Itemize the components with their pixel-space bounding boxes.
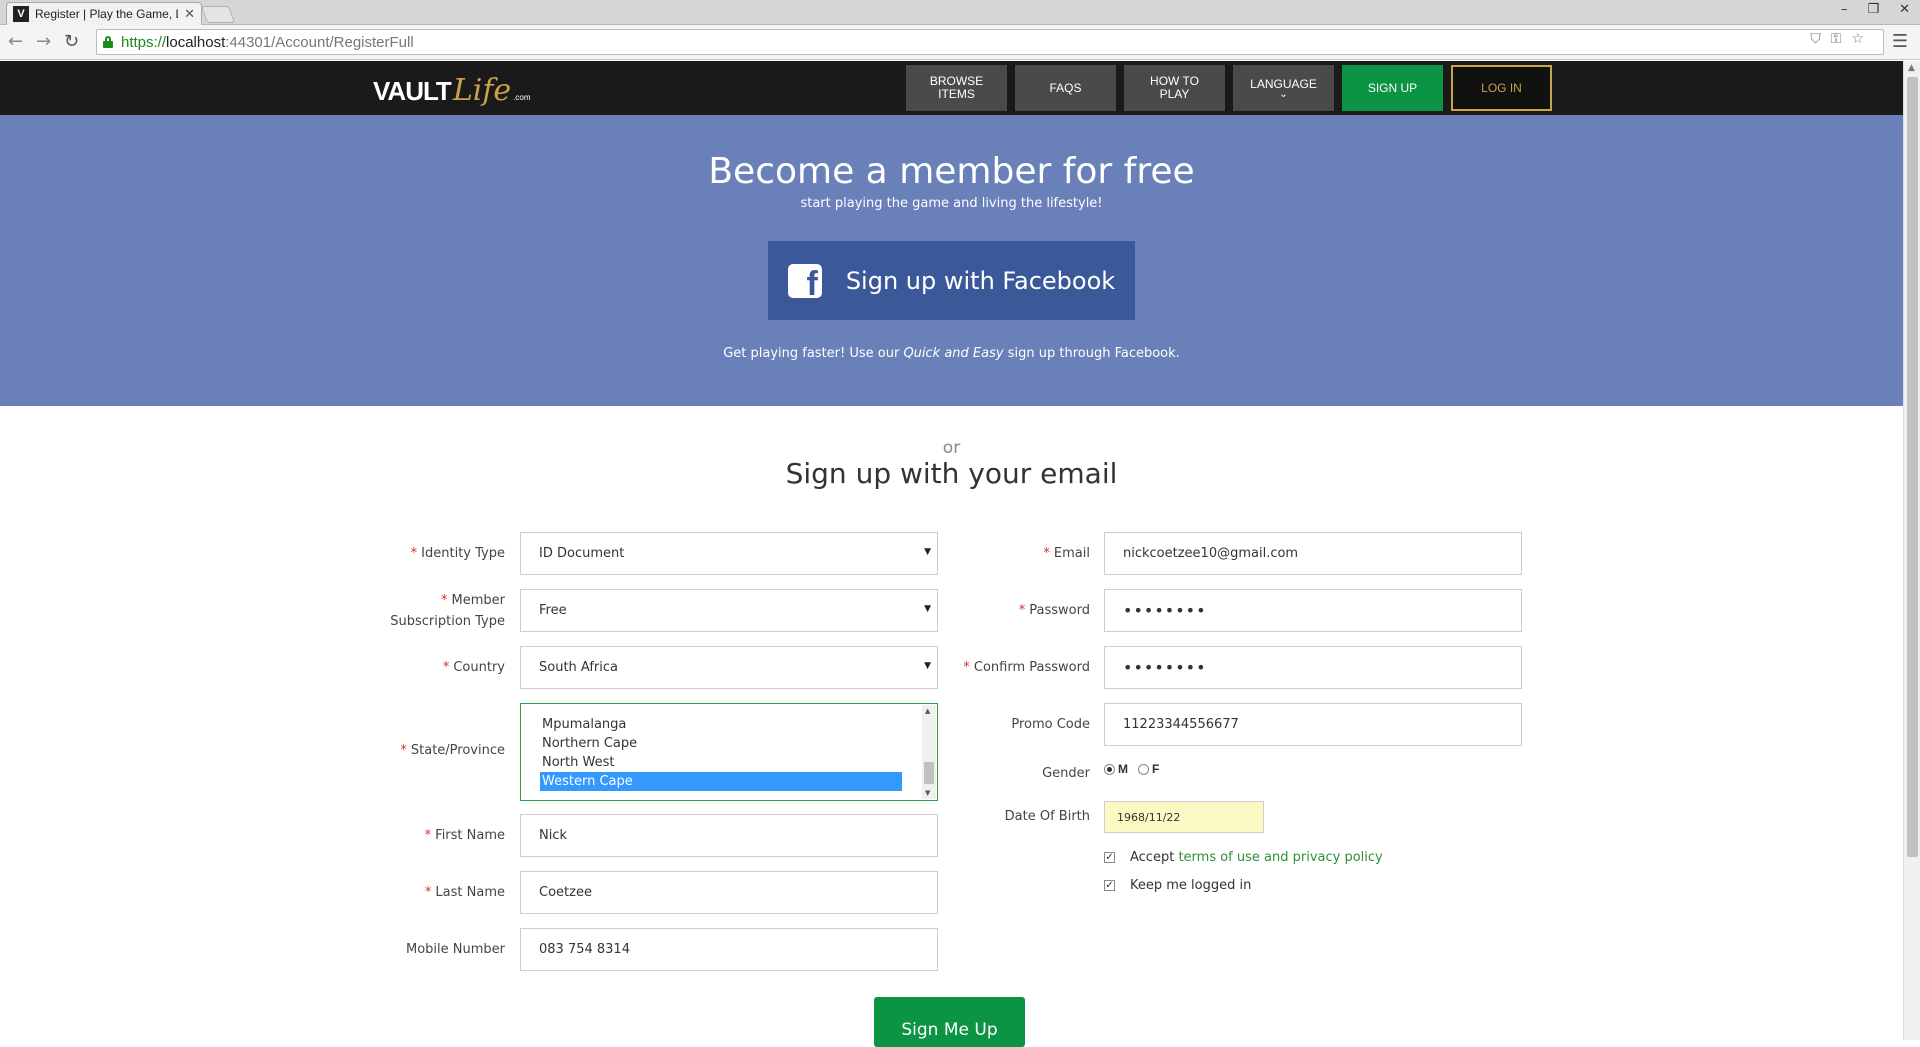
minimize-icon[interactable]: – (1841, 2, 1848, 17)
browser-toolbar: ← → ↻ https://localhost:44301/Account/Re… (0, 25, 1920, 60)
state-option[interactable]: Northern Cape (540, 734, 902, 753)
bookmark-star-icon[interactable]: ☆ (1851, 31, 1864, 47)
password-label: * Password (1018, 603, 1090, 618)
password-input[interactable]: •••••••• (1104, 589, 1522, 632)
identity-type-select[interactable]: ID Document ▼ (520, 532, 938, 575)
site-header: VAULT Life .com BROWSE ITEMS FAQS HOW TO… (0, 61, 1903, 115)
nav-faqs[interactable]: FAQS (1015, 65, 1116, 111)
subscription-type-select[interactable]: Free ▼ (520, 589, 938, 632)
state-option[interactable]: North West (540, 753, 902, 772)
gender-radio-group: M F (1104, 762, 1169, 776)
key-icon[interactable]: ⚿ (1831, 31, 1842, 47)
scroll-up-arrow-icon[interactable]: ▲ (1908, 63, 1915, 73)
state-option-selected[interactable]: Western Cape (540, 772, 902, 791)
keep-logged-in-checkbox[interactable]: ✓ (1104, 880, 1115, 891)
tab-title: Register | Play the Game, L (35, 7, 179, 21)
email-input[interactable]: nickcoetzee10@gmail.com (1104, 532, 1522, 575)
url-text: https://localhost:44301/Account/Register… (121, 33, 414, 51)
first-name-label: * First Name (424, 828, 505, 843)
browser-menu-icon[interactable]: ☰ (1892, 31, 1908, 52)
gender-label: Gender (1042, 766, 1090, 781)
accept-terms-row: ✓ Accept terms of use and privacy policy (1104, 850, 1383, 865)
vaultlife-logo[interactable]: VAULT Life .com (373, 73, 531, 108)
last-name-label: * Last Name (424, 885, 505, 900)
close-window-icon[interactable]: ✕ (1899, 2, 1910, 17)
confirm-password-input[interactable]: •••••••• (1104, 646, 1522, 689)
or-divider: or (942, 438, 961, 458)
state-label: * State/Province (400, 743, 505, 758)
scroll-down-arrow-icon[interactable]: ▼ (925, 789, 930, 797)
nav-language-dropdown[interactable]: LANGUAGE ⌄ (1233, 65, 1334, 111)
country-label: * Country (442, 660, 505, 675)
hero-title: Become a member for free (708, 151, 1195, 192)
dob-label: Date Of Birth (1004, 809, 1090, 824)
state-option[interactable]: Mpumalanga (540, 715, 902, 734)
nav-how-to-play[interactable]: HOW TO PLAY (1124, 65, 1225, 111)
restore-icon[interactable]: ❐ (1867, 2, 1879, 17)
accept-terms-checkbox[interactable]: ✓ (1104, 852, 1115, 863)
browser-tabstrip: V Register | Play the Game, L ✕ – ❐ ✕ (0, 0, 1920, 25)
promo-code-input[interactable]: 11223344556677 (1104, 703, 1522, 746)
forward-arrow-icon[interactable]: → (36, 31, 51, 52)
address-bar[interactable]: https://localhost:44301/Account/Register… (96, 29, 1884, 55)
browser-tab[interactable]: V Register | Play the Game, L ✕ (6, 2, 202, 25)
page-scrollbar[interactable]: ▲ (1903, 61, 1920, 1040)
subscription-type-label: * Member Subscription Type (390, 593, 505, 629)
terms-link[interactable]: terms of use and privacy policy (1178, 850, 1382, 865)
scrollbar-thumb[interactable] (1907, 77, 1918, 857)
identity-type-label: * Identity Type (410, 546, 505, 561)
promo-code-label: Promo Code (1011, 717, 1090, 732)
email-label: * Email (1043, 546, 1090, 561)
mobile-number-label: Mobile Number (406, 942, 505, 957)
first-name-input[interactable]: Nick (520, 814, 938, 857)
omnibox-icons: ⛉ ⚿ ☆ (1810, 31, 1864, 47)
new-tab-button[interactable] (200, 6, 236, 23)
facebook-signup-button[interactable]: f Sign up with Facebook (768, 241, 1135, 320)
last-name-input[interactable]: Coetzee (520, 871, 938, 914)
facebook-signup-hero: Become a member for free start playing t… (0, 115, 1903, 406)
shield-icon[interactable]: ⛉ (1810, 31, 1821, 47)
back-arrow-icon[interactable]: ← (8, 31, 23, 52)
nav-log-in-button[interactable]: LOG IN (1451, 65, 1552, 111)
keep-logged-in-row: ✓ Keep me logged in (1104, 878, 1252, 893)
state-province-listbox[interactable]: Mpumalanga Northern Cape North West West… (520, 703, 938, 801)
vault-favicon-icon: V (13, 6, 29, 22)
gender-f-radio[interactable] (1138, 763, 1149, 775)
date-of-birth-input[interactable]: 1968/11/22 (1104, 801, 1264, 833)
facebook-icon: f (787, 263, 822, 298)
nav-sign-up-button[interactable]: SIGN UP (1342, 65, 1443, 111)
confirm-password-label: * Confirm Password (963, 660, 1090, 675)
hero-note: Get playing faster! Use our Quick and Ea… (723, 346, 1180, 361)
gender-m-radio[interactable] (1104, 763, 1115, 775)
country-select[interactable]: South Africa ▼ (520, 646, 938, 689)
mobile-number-input[interactable]: 083 754 8314 (520, 928, 938, 971)
close-tab-icon[interactable]: ✕ (184, 6, 195, 22)
reload-icon[interactable]: ↻ (64, 31, 79, 52)
nav-browse-items[interactable]: BROWSE ITEMS (906, 65, 1007, 111)
lock-icon (103, 36, 113, 48)
chevron-down-icon: ⌄ (1279, 88, 1288, 100)
email-signup-title: Sign up with your email (785, 457, 1118, 490)
window-controls: – ❐ ✕ (1841, 2, 1910, 17)
hero-subtitle: start playing the game and living the li… (800, 196, 1103, 211)
